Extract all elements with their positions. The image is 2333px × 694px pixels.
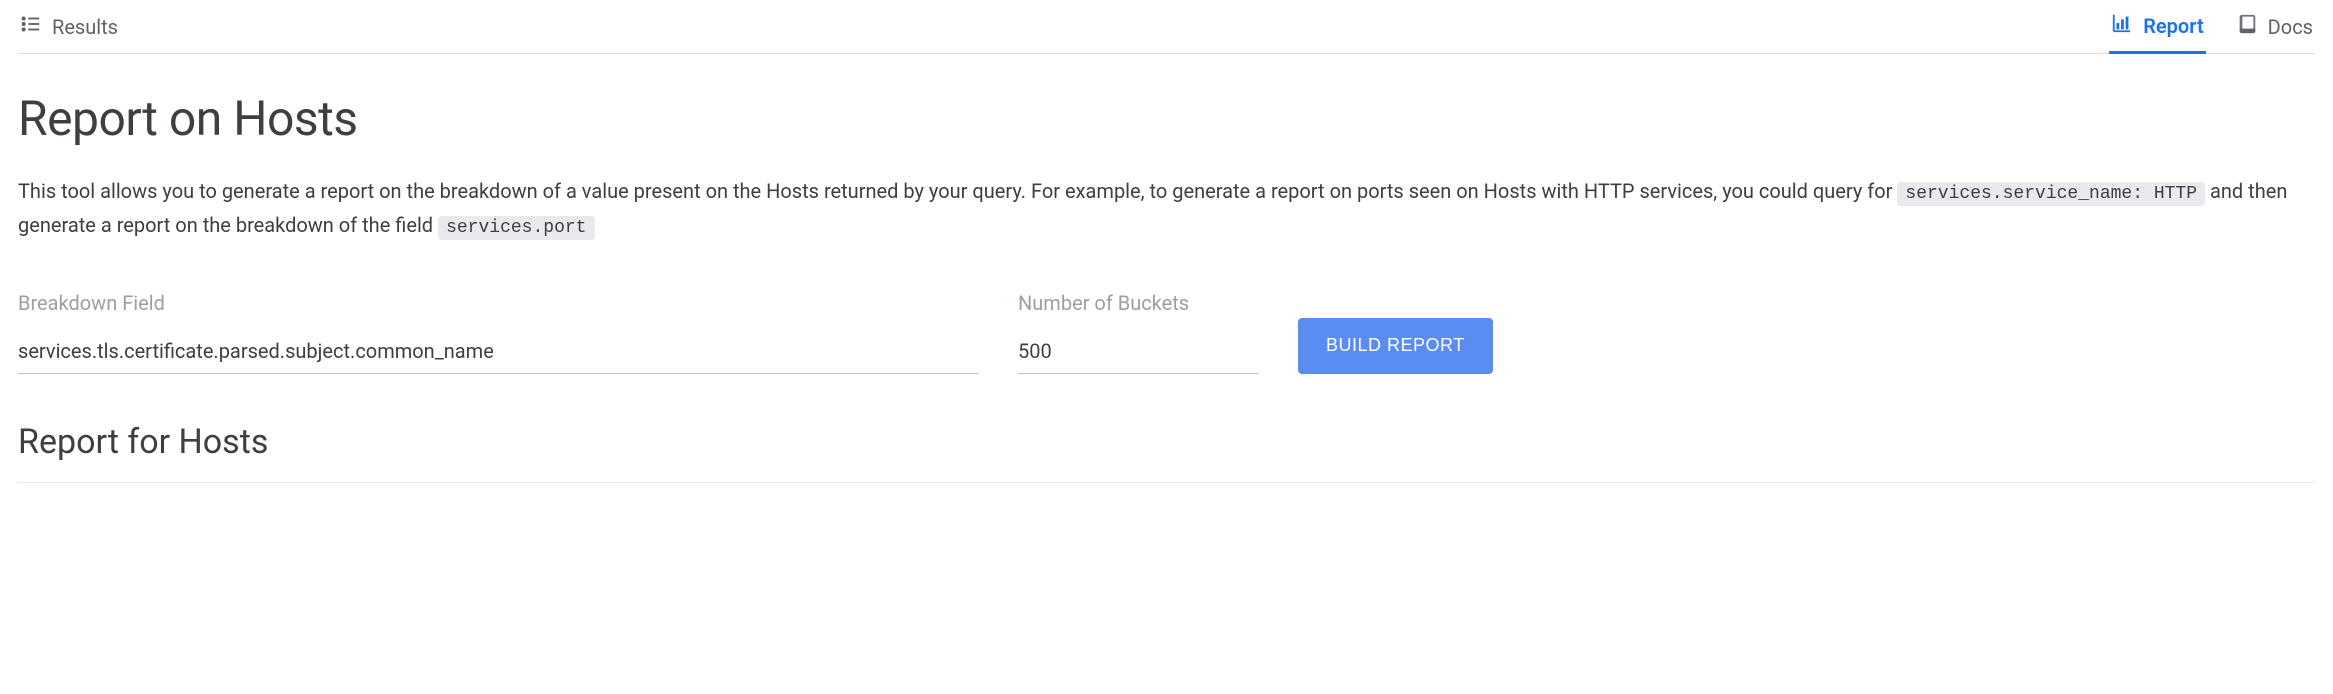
buckets-field-group: Number of Buckets	[1018, 291, 1258, 374]
desc-code-1: services.service_name: HTTP	[1897, 182, 2205, 206]
desc-code-2: services.port	[438, 216, 594, 240]
breakdown-field-input[interactable]	[18, 333, 978, 374]
chart-bar-icon	[2111, 12, 2133, 39]
section-divider	[18, 482, 2315, 483]
breakdown-field-group: Breakdown Field	[18, 291, 978, 374]
build-report-button[interactable]: BUILD REPORT	[1298, 318, 1493, 374]
tab-results-label: Results	[52, 15, 118, 39]
tab-report-label: Report	[2143, 14, 2203, 38]
list-icon	[20, 13, 42, 40]
book-icon	[2236, 13, 2258, 40]
nav-left: Results	[18, 0, 120, 54]
tab-docs[interactable]: Docs	[2234, 0, 2315, 54]
breakdown-field-label: Breakdown Field	[18, 291, 978, 315]
top-nav: Results Report Docs	[18, 0, 2315, 54]
report-section-title: Report for Hosts	[18, 422, 2315, 462]
nav-right: Report Docs	[2109, 0, 2315, 54]
tab-docs-label: Docs	[2268, 15, 2313, 39]
buckets-field-label: Number of Buckets	[1018, 291, 1258, 315]
buckets-field-input[interactable]	[1018, 333, 1258, 374]
desc-text-1: This tool allows you to generate a repor…	[18, 179, 1897, 203]
report-form: Breakdown Field Number of Buckets BUILD …	[18, 291, 2315, 374]
tab-report[interactable]: Report	[2109, 0, 2205, 54]
page-description: This tool allows you to generate a repor…	[18, 175, 2315, 243]
tab-results[interactable]: Results	[18, 0, 120, 54]
page-title: Report on Hosts	[18, 90, 2315, 147]
